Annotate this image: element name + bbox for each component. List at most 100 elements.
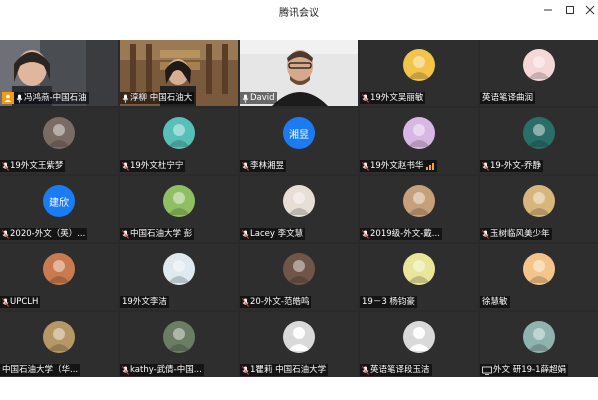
participant-avatar xyxy=(283,185,315,217)
microphone-muted-icon xyxy=(2,161,10,171)
participant-tile[interactable]: 外文 研19-1薛超娟 xyxy=(480,312,598,378)
maximize-icon[interactable] xyxy=(562,2,578,18)
participant-name: 李林湘昱 xyxy=(250,161,285,171)
default-avatar-icon xyxy=(283,321,315,353)
title-bar: 腾讯会议 xyxy=(0,0,598,20)
microphone-icon xyxy=(122,94,130,103)
microphone-muted-icon xyxy=(242,229,250,239)
participant-avatar xyxy=(403,117,435,149)
participant-avatar xyxy=(163,253,195,285)
participant-tile[interactable]: UPCLH xyxy=(0,244,118,310)
participant-avatar xyxy=(163,185,195,217)
participant-avatar xyxy=(523,117,555,149)
participant-avatar xyxy=(403,185,435,217)
microphone-muted-icon xyxy=(242,161,250,171)
participant-tile[interactable]: 19－3 杨钧豪 xyxy=(360,244,478,310)
participant-tile[interactable]: 中国石油大学 彭 xyxy=(120,176,238,242)
participant-name: 1瞿莉 中国石油大学 xyxy=(250,365,327,375)
microphone-muted-icon xyxy=(482,161,490,171)
participant-name-label: 19外文赵书华 xyxy=(360,160,438,172)
participant-avatar xyxy=(163,321,195,353)
participant-tile[interactable]: 19-外文-乔静 xyxy=(480,108,598,174)
participant-name-label: 英语笔译曲润 xyxy=(480,92,536,104)
close-icon[interactable] xyxy=(582,2,598,18)
participant-name-label: David xyxy=(240,92,277,104)
participant-grid: 冯鸿燕-中国石油 淳柳 中国石油大 David 19外文吴丽敏 英语笔译曲润 19外文王紫… xyxy=(0,40,598,378)
participant-tile[interactable]: 19外文李洁 xyxy=(120,244,238,310)
participant-name: 英语笔译段玉洁 xyxy=(370,365,430,375)
participant-avatar xyxy=(163,117,195,149)
microphone-icon xyxy=(16,94,24,103)
microphone-muted-icon xyxy=(2,297,10,307)
participant-tile[interactable]: 19外文吴丽敏 xyxy=(360,40,478,106)
participant-name: 2020-外文（英）... xyxy=(10,229,86,239)
participant-tile[interactable]: 英语笔译段玉洁 xyxy=(360,312,478,378)
screen-share-icon xyxy=(482,366,493,375)
participant-name-label: 外文 研19-1薛超娟 xyxy=(480,364,568,376)
participant-avatar xyxy=(523,49,555,81)
participant-tile[interactable]: 19外文杜宁宁 xyxy=(120,108,238,174)
participant-initials-avatar: 建欣 xyxy=(43,185,75,217)
microphone-muted-icon xyxy=(242,297,250,307)
bottom-toolbar xyxy=(0,377,598,400)
microphone-muted-icon xyxy=(362,93,370,103)
participant-name-label: 中国石油大学 彭 xyxy=(120,228,195,240)
participant-tile[interactable]: 淳柳 中国石油大 xyxy=(120,40,238,106)
participant-name: 19外文王紫梦 xyxy=(10,161,64,171)
participant-name-label: Lacey 李文慧 xyxy=(240,228,306,240)
participant-name-label: 淳柳 中国石油大 xyxy=(120,92,195,104)
participant-name-label: kathy-武倩-中国... xyxy=(120,364,204,376)
participant-name-label: 玉树临风美少年 xyxy=(480,228,552,240)
participant-name: 徐慧敏 xyxy=(482,297,508,307)
participant-name-label: 19外文吴丽敏 xyxy=(360,92,426,104)
participant-name: 外文 研19-1薛超娟 xyxy=(493,365,566,375)
microphone-muted-icon xyxy=(122,229,130,239)
participant-tile[interactable]: 2019级-外文-戴... xyxy=(360,176,478,242)
signal-strength-icon xyxy=(426,163,435,170)
default-avatar-icon xyxy=(403,321,435,353)
minimize-icon[interactable] xyxy=(540,2,556,18)
participant-avatar xyxy=(523,253,555,285)
participant-name-label: UPCLH xyxy=(0,296,41,308)
participant-name: David xyxy=(250,93,275,103)
participant-tile[interactable]: 20-外文-范皓鸣 xyxy=(240,244,358,310)
participant-name: 英语笔译曲润 xyxy=(482,93,534,103)
window-title: 腾讯会议 xyxy=(279,8,319,19)
participant-tile[interactable]: 徐慧敏 xyxy=(480,244,598,310)
microphone-muted-icon xyxy=(362,365,370,375)
participant-name-label: 19外文李洁 xyxy=(120,296,169,308)
participant-tile[interactable]: 19外文王紫梦 xyxy=(0,108,118,174)
participant-avatar xyxy=(43,253,75,285)
participant-tile[interactable]: 1瞿莉 中国石油大学 xyxy=(240,312,358,378)
participant-tile[interactable]: David xyxy=(240,40,358,106)
participant-name: 淳柳 中国石油大 xyxy=(130,93,193,103)
participant-tile[interactable]: 湘昱李林湘昱 xyxy=(240,108,358,174)
participant-name-label: 19-外文-乔静 xyxy=(480,160,543,172)
microphone-icon xyxy=(242,94,250,103)
participant-name: 20-外文-范皓鸣 xyxy=(250,297,310,307)
participant-name: 19外文杜宁宁 xyxy=(130,161,184,171)
participant-initials-avatar: 湘昱 xyxy=(283,117,315,149)
participant-avatar xyxy=(43,117,75,149)
participant-tile[interactable]: 冯鸿燕-中国石油 xyxy=(0,40,118,106)
participant-name-label: 19外文杜宁宁 xyxy=(120,160,186,172)
participant-name: 冯鸿燕-中国石油 xyxy=(24,93,87,103)
participant-avatar xyxy=(523,185,555,217)
participant-name: 19－3 杨钧豪 xyxy=(362,297,415,307)
participant-name: 19-外文-乔静 xyxy=(490,161,541,171)
participant-tile[interactable]: 建欣 2020-外文（英）... xyxy=(0,176,118,242)
participant-tile[interactable]: 中国石油大学（华... xyxy=(0,312,118,378)
participant-name-label: 冯鸿燕-中国石油 xyxy=(14,92,89,104)
participant-name: Lacey 李文慧 xyxy=(250,229,304,239)
microphone-muted-icon xyxy=(362,161,370,171)
participant-tile[interactable]: 19外文赵书华 xyxy=(360,108,478,174)
participant-tile[interactable]: Lacey 李文慧 xyxy=(240,176,358,242)
participant-tile[interactable]: 玉树临风美少年 xyxy=(480,176,598,242)
participant-name-label: 20-外文-范皓鸣 xyxy=(240,296,312,308)
participant-name-label: 中国石油大学（华... xyxy=(0,364,81,376)
participant-tile[interactable]: 英语笔译曲润 xyxy=(480,40,598,106)
participant-avatar xyxy=(403,49,435,81)
participant-tile[interactable]: kathy-武倩-中国... xyxy=(120,312,238,378)
participant-name-label: 19外文王紫梦 xyxy=(0,160,66,172)
participant-name-label: 李林湘昱 xyxy=(240,160,287,172)
